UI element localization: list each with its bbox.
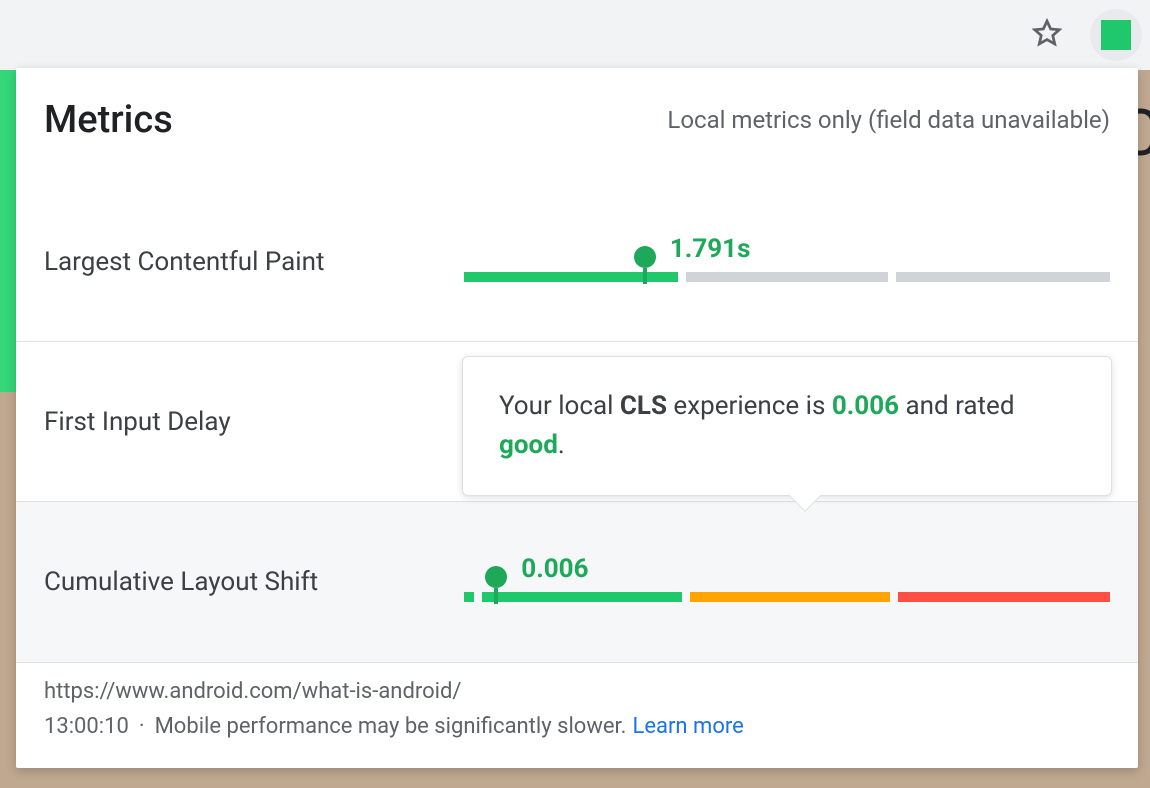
tooltip-rating: good xyxy=(499,430,558,460)
tooltip-text-suffix: . xyxy=(558,430,565,460)
footer-note: 13:00:10 · Mobile performance may be sig… xyxy=(44,714,1110,739)
panel-subtitle: Local metrics only (field data unavailab… xyxy=(667,106,1110,134)
tooltip-text-middle2: and rated xyxy=(899,391,1014,421)
marker-stem-icon xyxy=(643,268,647,284)
browser-toolbar xyxy=(0,0,1150,70)
metric-value-cls: 0.006 xyxy=(521,554,588,584)
learn-more-link[interactable]: Learn more xyxy=(632,714,743,739)
metric-row-cls: Cumulative Layout Shift 0.006 xyxy=(16,502,1138,662)
metric-bar-lcp xyxy=(464,272,1110,282)
marker-stem-icon xyxy=(494,588,498,604)
footer-time: 13:00:10 xyxy=(44,714,129,739)
metric-label-fid: First Input Delay xyxy=(44,407,464,437)
bar-segment-poor xyxy=(898,592,1110,602)
metric-label-lcp: Largest Contentful Paint xyxy=(44,247,464,277)
bookmark-star-icon[interactable] xyxy=(1032,18,1074,52)
panel-header: Metrics Local metrics only (field data u… xyxy=(16,68,1138,182)
metric-track-cls: 0.006 xyxy=(464,562,1110,602)
metric-label-cls: Cumulative Layout Shift xyxy=(44,567,464,597)
extension-badge[interactable] xyxy=(1090,9,1142,61)
background-page-stripe xyxy=(0,70,16,392)
tooltip-text-prefix: Your local xyxy=(499,391,620,421)
metric-marker-cls: 0.006 xyxy=(485,566,507,604)
metric-marker-lcp: 1.791s xyxy=(634,246,656,284)
bar-segment-start-block xyxy=(464,592,474,602)
extension-status-icon xyxy=(1101,20,1131,50)
panel-footer: https://www.android.com/what-is-android/… xyxy=(16,662,1138,763)
panel-title: Metrics xyxy=(44,98,173,142)
bar-segment-poor xyxy=(896,272,1110,282)
tooltip-value: 0.006 xyxy=(832,391,899,421)
metric-value-lcp: 1.791s xyxy=(670,234,751,264)
bar-segment-needs-improvement xyxy=(686,272,888,282)
separator-dot-icon: · xyxy=(139,714,145,739)
metric-bar-cls xyxy=(464,592,1110,602)
footer-url: https://www.android.com/what-is-android/ xyxy=(44,679,1110,704)
tooltip-metric-abbr: CLS xyxy=(620,391,667,421)
marker-dot-icon xyxy=(634,246,656,268)
marker-dot-icon xyxy=(485,566,507,588)
metric-row-lcp: Largest Contentful Paint 1.791s xyxy=(16,182,1138,342)
cls-tooltip: Your local CLS experience is 0.006 and r… xyxy=(462,356,1112,496)
footer-warning: Mobile performance may be significantly … xyxy=(155,714,627,739)
bar-segment-good xyxy=(482,592,682,602)
bar-segment-needs-improvement xyxy=(690,592,890,602)
tooltip-text-middle: experience is xyxy=(667,391,832,421)
metric-track-lcp: 1.791s xyxy=(464,242,1110,282)
